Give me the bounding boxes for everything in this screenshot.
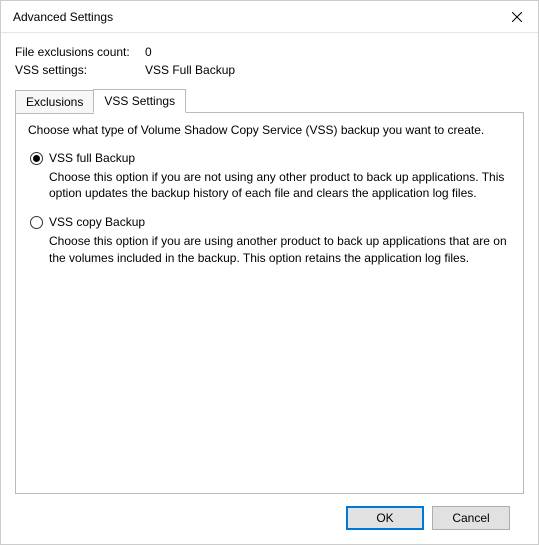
tab-strip: Exclusions VSS Settings <box>15 89 524 113</box>
file-exclusions-value: 0 <box>145 45 152 59</box>
titlebar: Advanced Settings <box>1 1 538 33</box>
footer: OK Cancel <box>15 494 524 544</box>
cancel-button[interactable]: Cancel <box>432 506 510 530</box>
panel-description: Choose what type of Volume Shadow Copy S… <box>28 123 511 137</box>
radio-vss-full-desc: Choose this option if you are not using … <box>49 169 511 201</box>
radio-vss-copy[interactable]: VSS copy Backup <box>30 215 511 229</box>
radio-icon <box>30 216 43 229</box>
file-exclusions-row: File exclusions count: 0 <box>15 45 524 59</box>
radio-group-copy: VSS copy Backup Choose this option if yo… <box>28 215 511 265</box>
tab-vss-settings-label: VSS Settings <box>104 94 175 108</box>
window-title: Advanced Settings <box>13 10 496 24</box>
vss-settings-row: VSS settings: VSS Full Backup <box>15 63 524 77</box>
close-icon <box>512 12 522 22</box>
tab-vss-settings[interactable]: VSS Settings <box>93 89 186 113</box>
radio-vss-full[interactable]: VSS full Backup <box>30 151 511 165</box>
vss-settings-label: VSS settings: <box>15 63 145 77</box>
radio-vss-copy-desc: Choose this option if you are using anot… <box>49 233 511 265</box>
tab-panel-vss: Choose what type of Volume Shadow Copy S… <box>15 112 524 494</box>
ok-button[interactable]: OK <box>346 506 424 530</box>
radio-group-full: VSS full Backup Choose this option if yo… <box>28 151 511 201</box>
advanced-settings-window: Advanced Settings File exclusions count:… <box>0 0 539 545</box>
radio-vss-copy-label: VSS copy Backup <box>49 215 145 229</box>
file-exclusions-label: File exclusions count: <box>15 45 145 59</box>
radio-icon <box>30 152 43 165</box>
tab-exclusions-label: Exclusions <box>26 95 83 109</box>
radio-vss-full-label: VSS full Backup <box>49 151 135 165</box>
close-button[interactable] <box>496 1 538 33</box>
tab-exclusions[interactable]: Exclusions <box>15 90 94 114</box>
content-area: File exclusions count: 0 VSS settings: V… <box>1 33 538 544</box>
vss-settings-value: VSS Full Backup <box>145 63 235 77</box>
